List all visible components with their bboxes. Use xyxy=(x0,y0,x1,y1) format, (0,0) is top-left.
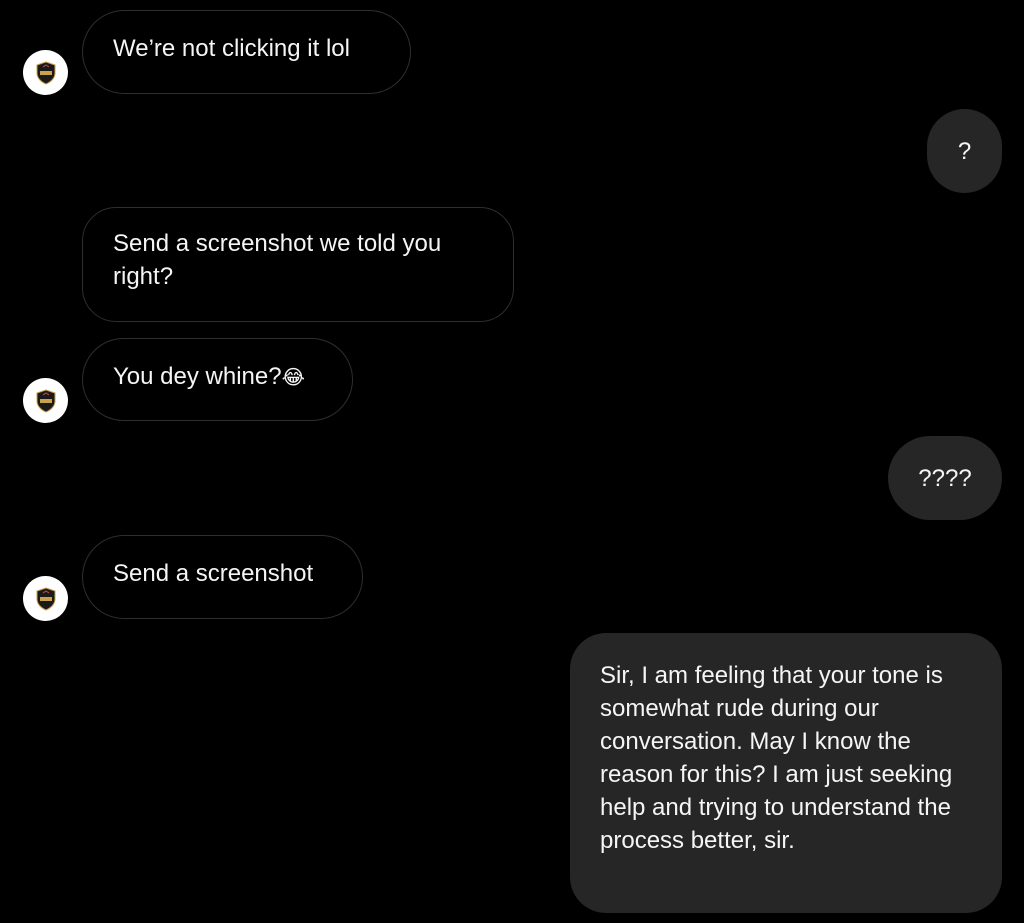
incoming-message[interactable]: Send a screenshot xyxy=(82,535,363,619)
incoming-message[interactable]: We’re not clicking it lol xyxy=(82,10,411,94)
message-text: ???? xyxy=(918,464,972,492)
message-text: Send a screenshot xyxy=(113,560,314,587)
outgoing-message[interactable]: ? xyxy=(927,109,1002,193)
sender-avatar[interactable] xyxy=(23,576,68,621)
message-text: Sir, I am feeling that your tone is some… xyxy=(600,662,953,854)
tech-shield-logo-icon xyxy=(36,586,55,611)
tech-shield-logo-icon xyxy=(36,388,55,413)
sender-avatar[interactable] xyxy=(23,50,68,95)
outgoing-message[interactable]: Sir, I am feeling that your tone is some… xyxy=(570,633,1002,913)
outgoing-message[interactable]: ???? xyxy=(888,436,1002,520)
incoming-message[interactable]: Send a screenshot we told you right? xyxy=(82,207,514,322)
laughing-emoji-icon: 😂 xyxy=(281,365,305,389)
message-text: ? xyxy=(957,137,972,165)
sender-avatar[interactable] xyxy=(23,378,68,423)
incoming-message[interactable]: You dey whine?😂 xyxy=(82,338,353,421)
tech-shield-logo-icon xyxy=(36,60,55,85)
message-text: Send a screenshot we told you right? xyxy=(113,230,442,290)
message-text: We’re not clicking it lol xyxy=(113,35,350,62)
message-text: You dey whine? xyxy=(113,363,282,390)
